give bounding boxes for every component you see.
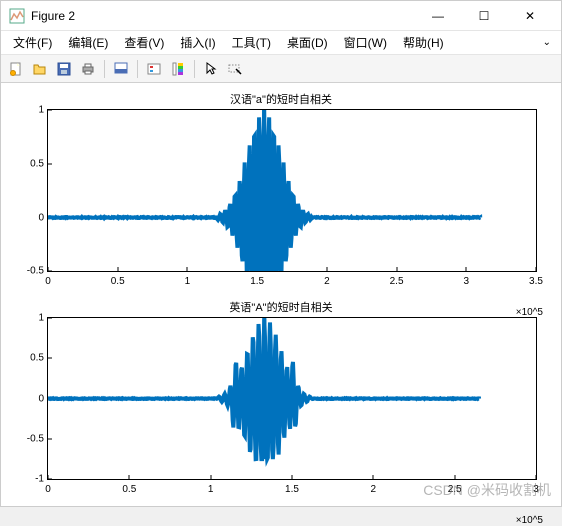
- y-tick-label: -1: [18, 474, 44, 485]
- chart-title-2: 英语"A"的短时自相关: [15, 299, 547, 315]
- x-tick-label: 1: [185, 276, 191, 287]
- toolbar-separator: [104, 60, 105, 78]
- close-button[interactable]: ✕: [507, 1, 553, 31]
- x-tick-label: 1.5: [250, 276, 264, 287]
- menu-desktop[interactable]: 桌面(D): [279, 32, 336, 53]
- window-title: Figure 2: [31, 9, 415, 23]
- menu-file[interactable]: 文件(F): [5, 32, 60, 53]
- x-tick-label: 2: [371, 484, 377, 495]
- menu-window[interactable]: 窗口(W): [336, 32, 395, 53]
- toolbar: [1, 55, 561, 83]
- x-tick-label: 0: [45, 484, 51, 495]
- x-tick-label: 0: [45, 276, 51, 287]
- subplot-2: 英语"A"的短时自相关 -1-0.500.5100.511.522.53 ×10…: [15, 299, 547, 496]
- legend-icon[interactable]: [143, 58, 165, 80]
- minimize-button[interactable]: —: [415, 1, 461, 31]
- chart-title-1: 汉语"a"的短时自相关: [15, 91, 547, 107]
- data-cursor-icon[interactable]: [110, 58, 132, 80]
- x-tick-label: 3: [533, 484, 539, 495]
- y-tick-label: 1: [18, 105, 44, 116]
- axes-2[interactable]: -1-0.500.5100.511.522.53: [47, 317, 537, 480]
- figure-window: Figure 2 — ☐ ✕ 文件(F) 编辑(E) 查看(V) 插入(I) 工…: [0, 0, 562, 507]
- axes-1[interactable]: -0.500.5100.511.522.533.5: [47, 109, 537, 272]
- x-tick-label: 2.5: [448, 484, 462, 495]
- menu-view[interactable]: 查看(V): [116, 32, 172, 53]
- x-tick-label: 2: [324, 276, 330, 287]
- signal-line: [48, 110, 536, 271]
- maximize-button[interactable]: ☐: [461, 1, 507, 31]
- x-exponent-2: ×10^5: [516, 515, 543, 526]
- colorbar-icon[interactable]: [167, 58, 189, 80]
- y-tick-label: 0: [18, 393, 44, 404]
- subplot-1: 汉语"a"的短时自相关 -0.500.5100.511.522.533.5 ×1…: [15, 91, 547, 288]
- y-tick-label: 0: [18, 212, 44, 223]
- menu-tools[interactable]: 工具(T): [224, 32, 279, 53]
- menu-edit[interactable]: 编辑(E): [60, 32, 116, 53]
- open-icon[interactable]: [29, 58, 51, 80]
- x-tick-label: 0.5: [111, 276, 125, 287]
- y-tick-label: -0.5: [18, 433, 44, 444]
- toolbar-separator: [137, 60, 138, 78]
- y-tick-label: 0.5: [18, 353, 44, 364]
- window-controls: — ☐ ✕: [415, 1, 553, 31]
- save-icon[interactable]: [53, 58, 75, 80]
- print-icon[interactable]: [77, 58, 99, 80]
- pointer-icon[interactable]: [200, 58, 222, 80]
- plot-area: 汉语"a"的短时自相关 -0.500.5100.511.522.533.5 ×1…: [1, 83, 561, 506]
- menu-insert[interactable]: 插入(I): [172, 32, 223, 53]
- x-tick-label: 3.5: [529, 276, 543, 287]
- x-tick-label: 1.5: [285, 484, 299, 495]
- new-icon[interactable]: [5, 58, 27, 80]
- y-tick-label: 0.5: [18, 158, 44, 169]
- titlebar: Figure 2 — ☐ ✕: [1, 1, 561, 31]
- x-tick-label: 2.5: [390, 276, 404, 287]
- x-tick-label: 1: [208, 484, 214, 495]
- menubar: 文件(F) 编辑(E) 查看(V) 插入(I) 工具(T) 桌面(D) 窗口(W…: [1, 31, 561, 55]
- y-tick-label: -0.5: [18, 266, 44, 277]
- y-tick-label: 1: [18, 312, 44, 323]
- toolbar-separator: [194, 60, 195, 78]
- signal-line: [48, 318, 536, 479]
- x-tick-label: 0.5: [122, 484, 136, 495]
- x-tick-label: 3: [464, 276, 470, 287]
- menu-overflow-icon[interactable]: ⌄: [537, 37, 557, 48]
- brush-icon[interactable]: [224, 58, 246, 80]
- app-icon: [9, 8, 25, 24]
- menu-help[interactable]: 帮助(H): [395, 32, 452, 53]
